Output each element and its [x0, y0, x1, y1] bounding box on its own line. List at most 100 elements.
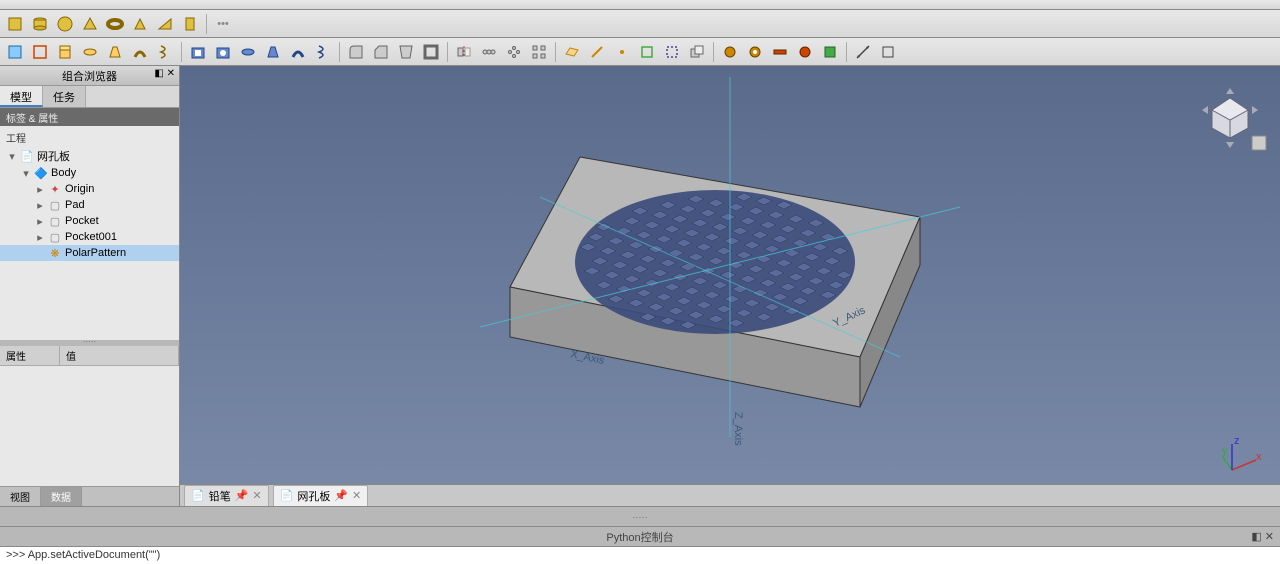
datum-line-icon[interactable] [586, 41, 608, 63]
pocket-icon[interactable] [187, 41, 209, 63]
extra1-icon[interactable] [794, 41, 816, 63]
draft-icon[interactable] [395, 41, 417, 63]
gear-icon[interactable] [744, 41, 766, 63]
tree-item-pocket[interactable]: ▸▢Pocket [0, 213, 179, 229]
tree-item-网孔板[interactable]: ▾📄网孔板 [0, 147, 179, 165]
python-console[interactable]: >>> App.setActiveDocument("") [0, 546, 1280, 564]
clone-icon[interactable] [686, 41, 708, 63]
expand-icon[interactable]: ▸ [35, 215, 45, 228]
tree-node-icon: ▢ [48, 214, 62, 228]
chamfer-icon[interactable] [370, 41, 392, 63]
cone-icon[interactable] [79, 13, 101, 35]
subhelix-icon[interactable] [312, 41, 334, 63]
project-label: 工程 [0, 128, 179, 147]
expand-icon[interactable]: ▾ [21, 167, 31, 180]
mirror-icon[interactable] [453, 41, 475, 63]
subsweep-icon[interactable] [287, 41, 309, 63]
tab-tasks[interactable]: 任务 [43, 86, 86, 107]
extra2-icon[interactable] [819, 41, 841, 63]
tree-node-icon: ✦ [48, 182, 62, 196]
toolbar-separator [206, 14, 207, 34]
toolbar-separator [846, 42, 847, 62]
svg-text:Z_Axis: Z_Axis [732, 412, 744, 446]
shaft-icon[interactable] [769, 41, 791, 63]
tree-item-origin[interactable]: ▸✦Origin [0, 181, 179, 197]
tree-node-icon: ❋ [48, 246, 62, 260]
sketch-icon[interactable] [29, 41, 51, 63]
expand-icon[interactable]: ▸ [35, 183, 45, 196]
hole-icon[interactable] [212, 41, 234, 63]
expand-icon[interactable]: ▸ [35, 231, 45, 244]
toolbar-separator [555, 42, 556, 62]
left-panel: 组合浏览器 ◧ ✕ 模型 任务 标签 & 属性 工程 ▾📄网孔板▾🔷Body▸✦… [0, 66, 180, 506]
model-render: X_Axis Y_Axis Z_Axis [380, 77, 1080, 457]
dot-icon[interactable]: ••• [212, 13, 234, 35]
navigation-cube[interactable] [1190, 76, 1270, 156]
datum-point-icon[interactable] [611, 41, 633, 63]
svg-text:z: z [1234, 436, 1240, 447]
wedge-icon[interactable] [154, 13, 176, 35]
sphere-icon[interactable] [54, 13, 76, 35]
loft-icon[interactable] [104, 41, 126, 63]
tree-node-label: Origin [65, 183, 94, 195]
linear-pattern-icon[interactable] [478, 41, 500, 63]
subloft-icon[interactable] [262, 41, 284, 63]
python-console-header: ····· [0, 506, 1280, 526]
toolbar-separator [339, 42, 340, 62]
props-col-value: 值 [60, 346, 179, 365]
tree-node-icon: ▢ [48, 230, 62, 244]
axis-indicator: x y z [1222, 436, 1262, 476]
thickness-icon[interactable] [420, 41, 442, 63]
subshapebinder-icon[interactable] [661, 41, 683, 63]
props-col-property: 属性 [0, 346, 60, 365]
expand-icon[interactable]: ▸ [35, 199, 45, 212]
console-undock-icon[interactable]: ◧ ✕ [1251, 530, 1274, 543]
body-icon[interactable] [4, 41, 26, 63]
panel-undock-icon[interactable]: ◧ ✕ [154, 68, 175, 79]
tree-node-label: 网孔板 [37, 148, 70, 164]
3d-viewport[interactable]: X_Axis Y_Axis Z_Axis [180, 66, 1280, 506]
torus-icon[interactable] [104, 13, 126, 35]
sprocket-icon[interactable] [719, 41, 741, 63]
polar-pattern-icon[interactable] [503, 41, 525, 63]
tree-item-polarpattern[interactable]: ❋PolarPattern [0, 245, 179, 261]
toolbar-separator [713, 42, 714, 62]
close-icon[interactable]: ✕ [352, 489, 361, 502]
tree-item-body[interactable]: ▾🔷Body [0, 165, 179, 181]
tree-node-label: Pocket001 [65, 231, 117, 243]
prism-icon[interactable] [129, 13, 151, 35]
tree-view[interactable]: 工程 ▾📄网孔板▾🔷Body▸✦Origin▸▢Pad▸▢Pocket▸▢Poc… [0, 126, 179, 340]
tab-pin-icon[interactable]: 📌 [235, 489, 249, 502]
doc-tab-1[interactable]: 📄 铅笔 📌 ✕ [184, 485, 269, 507]
groove-icon[interactable] [237, 41, 259, 63]
helix-icon[interactable] [154, 41, 176, 63]
combo-panel-header: 组合浏览器 ◧ ✕ [0, 66, 179, 86]
tab-pin-icon[interactable]: 📌 [334, 489, 348, 502]
measure-icon[interactable] [852, 41, 874, 63]
toolbar-partdesign [0, 38, 1280, 66]
props-tab-data[interactable]: 数据 [41, 487, 82, 506]
props-tab-view[interactable]: 视图 [0, 487, 41, 506]
shapebinder-icon[interactable] [636, 41, 658, 63]
multi-transform-icon[interactable] [528, 41, 550, 63]
tube-icon[interactable] [179, 13, 201, 35]
revolve-icon[interactable] [79, 41, 101, 63]
cylinder-icon[interactable] [29, 13, 51, 35]
section-labels-props: 标签 & 属性 [0, 108, 179, 126]
expand-icon[interactable]: ▾ [7, 150, 17, 163]
svg-text:x: x [1256, 451, 1262, 463]
measure2-icon[interactable] [877, 41, 899, 63]
cube-icon[interactable] [4, 13, 26, 35]
tree-item-pad[interactable]: ▸▢Pad [0, 197, 179, 213]
tree-node-label: Body [51, 167, 76, 179]
close-icon[interactable]: ✕ [252, 489, 261, 502]
sweep-icon[interactable] [129, 41, 151, 63]
tab-model[interactable]: 模型 [0, 86, 43, 107]
fillet-icon[interactable] [345, 41, 367, 63]
doc-icon: 📄 [191, 489, 205, 502]
pad-icon[interactable] [54, 41, 76, 63]
tree-item-pocket001[interactable]: ▸▢Pocket001 [0, 229, 179, 245]
property-panel: 属性 值 视图 数据 [0, 346, 179, 506]
datum-plane-icon[interactable] [561, 41, 583, 63]
doc-tab-2[interactable]: 📄 网孔板 📌 ✕ [273, 485, 369, 507]
